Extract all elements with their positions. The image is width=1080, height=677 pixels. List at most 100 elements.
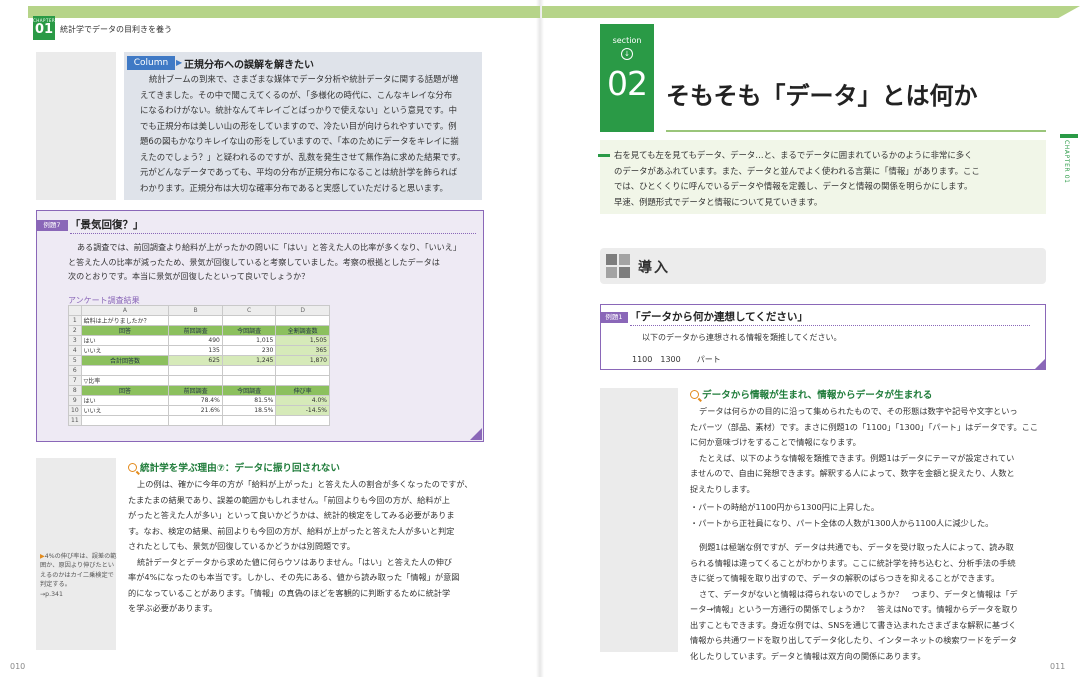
info-line: 情報から共通ワードを取り出してデータ化したり、インターネットの検索ワードをデータ [690,635,1017,645]
sheet-cell [275,375,330,386]
search-icon [690,390,699,399]
intro-section-label: 導入 [638,260,670,276]
sheet-row-number: 5 [68,355,82,366]
top-bar-left [28,6,540,18]
sheet-cell: 給料は上がりましたか？ [80,315,170,326]
reason-line: がったと答えた人が多い」といって良いかどうかは、統計的検定をしてみる必要がありま [128,510,455,520]
sheet-cell: 625 [168,355,223,366]
chapter-side-bar [1060,134,1078,138]
info-bullet: ・パートから正社員になり、パート全体の人数が1300人から1100人に減少した。 [690,517,994,528]
sheet-row: 3 はい 490 1,015 1,505 [68,335,330,346]
example1-instruction: 以下のデータから連想される情報を類推してください。 [642,333,842,342]
sheet-row: 6 [68,365,330,376]
sheet-row: 1 給料は上がりましたか？ [68,315,330,326]
info-line: たパーツ（部品、素材）です。まさに例題1の「1100」「1300」「パート」はデ… [690,421,1039,432]
reason-line: たまたまの結果であり、誤差の範囲かもしれません。「前回よりも今回の方が、給料が上 [128,494,450,505]
example1-dotted-rule [630,325,1030,326]
example7-tag: 例題7 [36,220,68,231]
example7-body: ある調査では、前回調査より給料が上がったかの問いに「はい」と答えた人の比率が多く… [68,240,480,284]
reason-line: 率が4%になったのも本当です。しかし、その先にある、値から読み取った「情報」が意… [128,572,460,582]
sheet-cell [275,415,330,426]
example7-line: ある調査では、前回調査より給料が上がったかの問いに「はい」と答えた人の比率が多く… [77,242,461,252]
sheet-cell: 365 [275,345,330,356]
sheet-row: 9 はい 78.4% 81.5% 4.0% [68,395,330,406]
chapter-side-text: CHAPTER 01 [1063,140,1070,184]
margin-gray-column [36,52,116,200]
reason-line: 上の例は、確かに今年の方が「給料が上がった」と答えた人の割合が多くなったのですが… [137,479,473,489]
sheet-row-number: 6 [68,365,82,376]
example7-line: 次のとおりです。本当に景気が回復したといって良いでしょうか？ [68,271,310,281]
sheet-row-number: 7 [68,375,82,386]
sheet-cell [275,315,330,326]
column-line: えてきました。その中で聞こえてくるのが、「多様化の時代に、こんなキレイな分布 [140,89,453,100]
sheet-cell: 1,870 [275,355,330,366]
info-title-text: データから情報が生まれ、情報からデータが生まれる [702,390,933,401]
sheet-cell [168,415,223,426]
sheet-cell: 回答 [80,325,170,336]
sheet-cell: -14.5% [275,405,330,416]
example7-line: と答えた人の比率が減ったため、景気が回復していると考察していました。考察の根拠と… [68,256,440,267]
intro-body: 右を見ても左を見てもデータ、データ…と、まるでデータに囲まれているかのように非常… [614,148,1042,210]
column-line: でも正規分布は美しい山の形をしていますので、冷たい目が向けられやすいです。例 [140,120,457,131]
sheet-row: 2 回答 前回調査 今回調査 全割調査数 [68,325,330,336]
sidenote-ref: →p.341 [40,590,63,598]
sheet-cell [168,365,223,376]
sheet-row-number: 9 [68,395,82,406]
intro-line: 右を見ても左を見てもデータ、データ…と、まるでデータに囲まれているかのように非常… [614,150,973,160]
sheet-column-header: B [168,305,223,316]
sheet-cell: 230 [221,345,277,356]
sheet-cell: 伸び率 [275,385,330,396]
sheet-cell [221,365,277,376]
intro-line: 早速、例題形式でデータと情報について見ていきます。 [614,196,823,207]
sheet-cell: はい [80,335,170,346]
column-body: 統計ブームの到来で、さまざまな媒体でデータ分析や統計データに関する話題が増 えて… [140,72,480,196]
info-line: 化したりしています。データと情報は双方向の関係にあります。 [690,650,926,661]
sheet-cell: 1,245 [221,355,277,366]
info-line: ータ→情報」という一方通行の関係でしょうか？ 答えはNoです。情報からデータを取… [690,604,1019,614]
sheet-row: 5 合計回答数 625 1,245 1,870 [68,355,330,366]
sheet-row: 11 [68,415,330,426]
sheet-cell: 前回調査 [168,325,223,336]
info-line: ませんので、自由に発想できます。解釈する人によって、数字を金額と捉えたり、人数と [690,468,1015,478]
sheet-cell: 前回調査 [168,385,223,396]
example7-dotted-rule [70,233,476,234]
reason-body: 上の例は、確かに今年の方が「給料が上がった」と答えた人の割合が多くなったのですが… [128,477,484,617]
info-line: 出すこともできます。身近な例では、SNSを通じて書き込まれたさまざまな解釈に基づ… [690,619,1017,630]
sheet-row: 10 いいえ 21.6% 18.5% -14.5% [68,405,330,416]
reason-line: 統計データとデータから求めた値に何らウソはありません。「はい」と答えた人の伸び [137,556,452,567]
sheet-cell [221,315,277,326]
sheet-column-header: A [80,305,170,316]
example1-data: 1100 1300 パート [632,355,721,364]
info-para2: 例題1は極端な例ですが、データは共通でも、データを受け取った人によって、読み取 … [690,540,1046,664]
sheet-row-number: 2 [68,325,82,336]
sheet-cell: 今回調査 [221,385,277,396]
sheet-cell: 今回調査 [221,325,277,336]
reason-line: す。なお、検定の結果、前回よりも今回の方が、給料が上がったと答えた人が多いと判定 [128,525,455,536]
grid-icon [606,254,630,278]
sheet-row-number: 4 [68,345,82,356]
sheet-cell: 4.0% [275,395,330,406]
info-line: たとえば、以下のような情報を類推できます。例題1はデータにテーマが設定されてい [699,452,1015,463]
chapter-tab-number: 01 [34,22,54,37]
arrow-down-circle-icon: ↓ [621,48,633,60]
sheet-cell: いいえ [80,405,170,416]
sheet-cell: ▽比率 [80,375,170,386]
sheet-cell [221,375,277,386]
example1-corner-fold [1034,358,1046,370]
book-gutter [536,0,544,677]
page-number-left: 010 [10,662,26,671]
sidenote: ▶4%の伸び率は、誤差の範囲か、原因より伸びたといえるのかはカイ二乗検定で判定す… [40,552,118,599]
sheet-cell: 490 [168,335,223,346]
sheet-cell: 78.4% [168,395,223,406]
sidenote-text: 4%の伸び率は、誤差の範囲か、原因より伸びたといえるのかはカイ二乗検定で判定する… [40,553,117,589]
sheet-cell [80,415,170,426]
reason-line: されたとしても、景気が回復しているかどうかは別問題です。 [128,541,355,551]
info-line: に何か意味づけをすることで情報になります。 [690,437,861,447]
example7-title: 「景気回復？」 [70,219,144,231]
reason-line: を学ぶ必要があります。 [128,603,218,613]
sheet-corner-cell [68,305,82,316]
sheet-cell: 1,505 [275,335,330,346]
column-line: になるわけがない。統計なんてキレイごとばっかりで使えない」という意見です。中 [140,105,457,115]
sheet-cell: いいえ [80,345,170,356]
sheet-row-number: 1 [68,315,82,326]
